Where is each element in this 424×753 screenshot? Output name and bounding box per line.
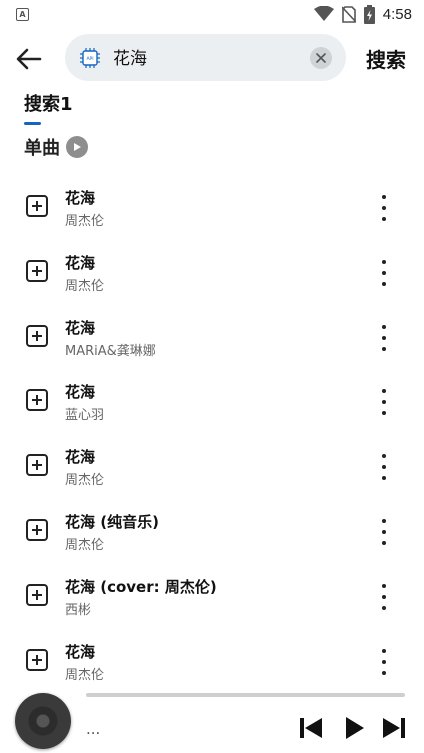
song-artist: 周杰伦 bbox=[65, 537, 105, 553]
skip-next-icon bbox=[383, 718, 405, 738]
more-vert-icon[interactable] bbox=[380, 648, 388, 675]
skip-next-button[interactable] bbox=[381, 716, 407, 740]
skip-previous-icon bbox=[300, 718, 322, 738]
back-button[interactable] bbox=[14, 44, 44, 74]
skip-previous-button[interactable] bbox=[298, 716, 324, 740]
add-icon[interactable] bbox=[26, 195, 48, 217]
now-playing-title: ... bbox=[86, 720, 101, 738]
svg-text:API: API bbox=[86, 56, 93, 62]
song-title: 花海 bbox=[65, 448, 96, 467]
progress-bar[interactable] bbox=[86, 693, 405, 697]
song-list: 花海 周杰伦 花海 周杰伦 花海 MARiA&龚琳娜 花海 蓝心羽 花海 周杰伦… bbox=[0, 175, 424, 693]
add-icon[interactable] bbox=[26, 454, 48, 477]
play-button[interactable] bbox=[342, 716, 368, 740]
song-artist: 西彬 bbox=[65, 602, 92, 618]
play-all-button[interactable] bbox=[66, 136, 88, 158]
more-vert-icon[interactable] bbox=[380, 324, 388, 351]
close-icon bbox=[316, 53, 326, 63]
a-letter-icon: A bbox=[16, 8, 29, 21]
search-box[interactable]: API bbox=[65, 34, 346, 81]
album-art-disc[interactable] bbox=[15, 693, 71, 749]
battery-charging-icon bbox=[363, 4, 375, 24]
song-row[interactable]: 花海 MARiA&龚琳娜 bbox=[0, 305, 424, 370]
song-row[interactable]: 花海 (cover: 周杰伦) 西彬 bbox=[0, 564, 424, 629]
more-vert-icon[interactable] bbox=[380, 259, 388, 286]
song-row[interactable]: 花海 蓝心羽 bbox=[0, 369, 424, 434]
song-row[interactable]: 花海 周杰伦 bbox=[0, 240, 424, 305]
song-title: 花海 bbox=[65, 189, 96, 207]
result-tabs: 搜索1 bbox=[24, 90, 73, 125]
more-vert-icon[interactable] bbox=[380, 389, 388, 416]
add-icon[interactable] bbox=[26, 389, 48, 412]
song-row[interactable]: 花海 (纯音乐) 周杰伦 bbox=[0, 499, 424, 564]
song-title: 花海 bbox=[65, 383, 96, 402]
api-chip-icon: API bbox=[80, 48, 100, 68]
song-row[interactable]: 花海 周杰伦 bbox=[0, 629, 424, 694]
add-icon[interactable] bbox=[26, 583, 48, 606]
clear-search-button[interactable] bbox=[310, 47, 332, 69]
add-icon[interactable] bbox=[26, 324, 48, 347]
tab-search-1[interactable]: 搜索1 bbox=[24, 90, 73, 116]
no-sim-icon bbox=[341, 5, 356, 23]
song-artist: 周杰伦 bbox=[65, 278, 105, 294]
status-time: 4:58 bbox=[382, 5, 412, 23]
add-icon[interactable] bbox=[26, 259, 48, 282]
song-row[interactable]: 花海 周杰伦 bbox=[0, 434, 424, 499]
add-icon[interactable] bbox=[26, 518, 48, 541]
add-icon[interactable] bbox=[26, 648, 48, 671]
search-header: API 搜索 bbox=[0, 34, 424, 82]
song-title: 花海 bbox=[65, 253, 96, 272]
song-title: 花海 (纯音乐) bbox=[65, 512, 159, 531]
song-title: 花海 (cover: 周杰伦) bbox=[65, 577, 217, 596]
more-vert-icon[interactable] bbox=[380, 195, 388, 221]
song-title: 花海 bbox=[65, 318, 96, 337]
songs-section-header: 单曲 bbox=[24, 134, 88, 160]
song-artist: 周杰伦 bbox=[65, 214, 105, 229]
song-artist: 周杰伦 bbox=[65, 473, 105, 489]
song-artist: MARiA&龚琳娜 bbox=[65, 343, 156, 359]
song-title: 花海 bbox=[65, 642, 96, 661]
more-vert-icon[interactable] bbox=[380, 454, 388, 481]
more-vert-icon[interactable] bbox=[380, 583, 388, 610]
section-title: 单曲 bbox=[24, 138, 60, 159]
status-icons: 4:58 bbox=[313, 4, 412, 24]
more-vert-icon[interactable] bbox=[380, 518, 388, 545]
song-artist: 周杰伦 bbox=[65, 667, 105, 683]
wifi-icon bbox=[313, 6, 334, 21]
play-circle-icon bbox=[74, 143, 81, 151]
song-row[interactable]: 花海 周杰伦 bbox=[0, 175, 424, 240]
arrow-left-icon bbox=[16, 48, 42, 70]
search-button[interactable]: 搜索 bbox=[366, 44, 406, 73]
search-input[interactable] bbox=[113, 46, 303, 66]
play-icon bbox=[346, 717, 364, 739]
status-bar: A 4:58 bbox=[0, 0, 424, 30]
mini-player: ... bbox=[0, 690, 424, 753]
song-artist: 蓝心羽 bbox=[65, 408, 105, 424]
tab-indicator bbox=[24, 122, 41, 125]
